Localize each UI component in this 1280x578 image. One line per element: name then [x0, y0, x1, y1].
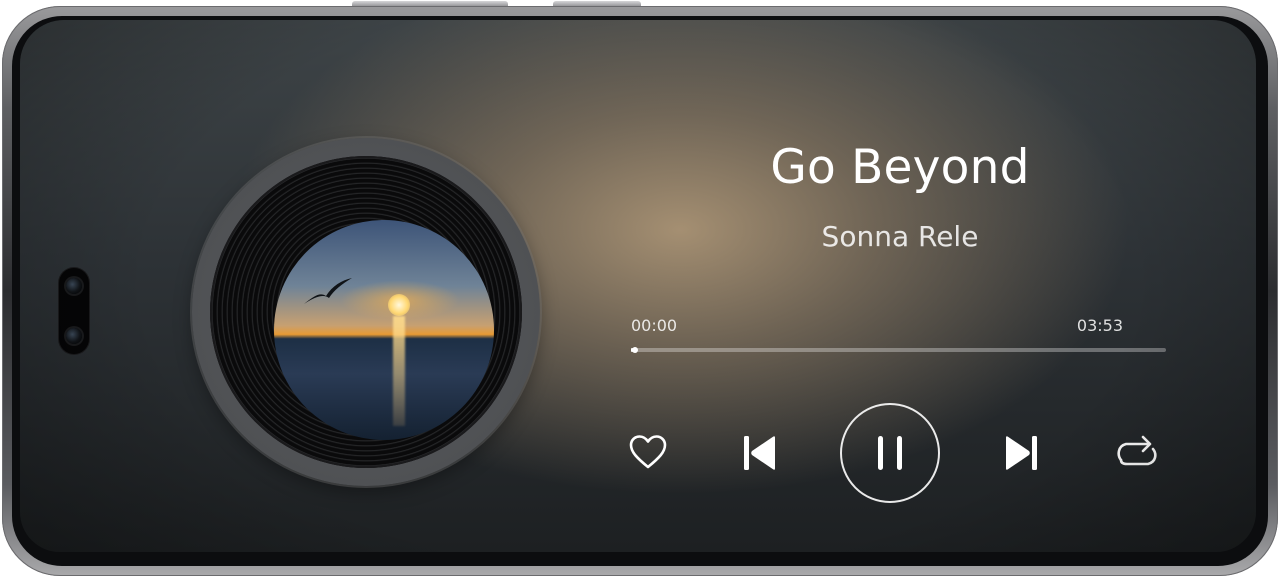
favorite-button[interactable] — [627, 432, 669, 474]
sun-reflection — [393, 316, 405, 426]
repeat-icon — [1117, 435, 1157, 466]
vinyl-record — [210, 156, 522, 468]
artist-name[interactable]: Sonna Rele — [660, 220, 1140, 253]
progress-thumb[interactable] — [632, 347, 639, 353]
song-title: Go Beyond — [770, 140, 1030, 195]
progress-bar[interactable] — [631, 347, 1166, 353]
time-elapsed: 00:00 — [631, 316, 678, 335]
sun-icon — [388, 294, 410, 316]
repeat-button[interactable] — [1113, 429, 1161, 477]
pause-button[interactable] — [840, 403, 940, 503]
heart-outline-icon — [629, 435, 667, 469]
album-art — [274, 220, 494, 440]
seagull-icon — [304, 278, 352, 304]
skip-previous-icon — [744, 436, 775, 470]
device-stage: Go Beyond Sonna Rele 00:00 03:53 — [0, 0, 1280, 578]
skip-next-icon — [1006, 436, 1037, 470]
album-disc[interactable] — [192, 138, 540, 486]
music-player-screen: Go Beyond Sonna Rele 00:00 03:53 — [20, 20, 1256, 552]
pause-icon — [878, 436, 902, 470]
camera-lens-icon — [66, 278, 82, 294]
time-total: 03:53 — [1076, 316, 1123, 335]
front-camera-cutout — [59, 268, 89, 354]
previous-button[interactable] — [739, 432, 781, 474]
camera-lens-icon — [66, 328, 82, 344]
next-button[interactable] — [1000, 432, 1042, 474]
